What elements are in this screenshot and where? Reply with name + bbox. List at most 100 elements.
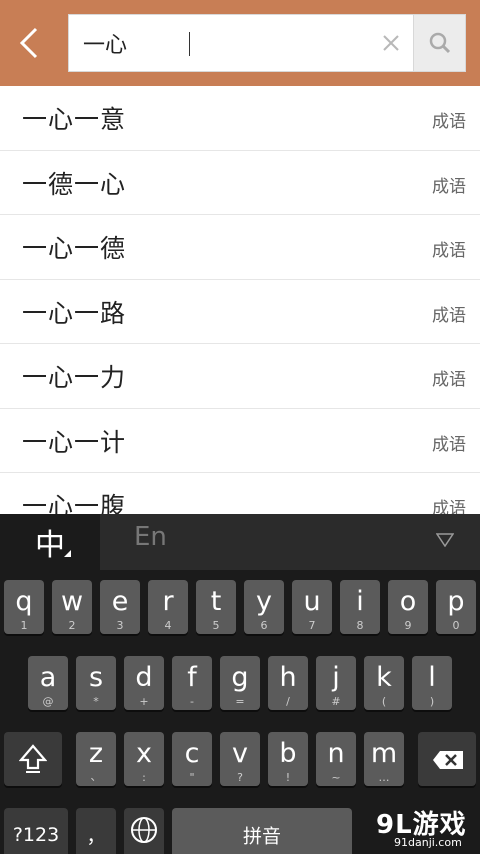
- key-e[interactable]: e3: [100, 580, 140, 634]
- key-w[interactable]: w2: [52, 580, 92, 634]
- key-label: a: [39, 662, 57, 693]
- list-item[interactable]: 一心一意 成语: [0, 86, 480, 151]
- list-item[interactable]: 一德一心 成语: [0, 151, 480, 215]
- key-label: z: [88, 738, 104, 769]
- key-r[interactable]: r4: [148, 580, 188, 634]
- list-item[interactable]: 一心一腹 成语: [0, 473, 480, 514]
- close-icon: [383, 35, 399, 51]
- result-type-tag: 成语: [432, 434, 466, 455]
- key-d[interactable]: d +: [124, 656, 164, 710]
- key-sub-label: ?: [237, 771, 243, 784]
- list-item[interactable]: 一心一路 成语: [0, 280, 480, 344]
- key-t[interactable]: t5: [196, 580, 236, 634]
- key-label: d: [135, 662, 153, 693]
- backspace-key[interactable]: [418, 732, 476, 786]
- key-sub-label: …: [378, 771, 390, 784]
- globe-icon: [131, 817, 157, 843]
- result-word: 一心一德: [22, 234, 127, 263]
- key-label: m: [370, 738, 398, 769]
- result-word: 一心一力: [22, 363, 127, 392]
- key-b[interactable]: b!: [268, 732, 308, 786]
- text-caret: [189, 32, 190, 56]
- key-sub-label: ): [429, 695, 435, 708]
- key-label: e: [111, 586, 129, 617]
- key-label: w: [60, 586, 84, 617]
- key-sub-label: -: [190, 695, 194, 708]
- english-mode-toggle[interactable]: En: [134, 522, 167, 552]
- list-item[interactable]: 一心一德 成语: [0, 215, 480, 280]
- app-screen: 一心一意成语一德一心成语一心一德成语一心一路成语一心一力成语一心一计成语一心一腹…: [0, 0, 480, 854]
- key-p[interactable]: p0: [436, 580, 476, 634]
- search-header: [0, 0, 480, 86]
- search-box: [68, 14, 466, 72]
- search-icon: [429, 32, 450, 54]
- list-item[interactable]: 一心一力 成语: [0, 344, 480, 409]
- key-label: r: [162, 586, 174, 617]
- key-sub-label: 7: [308, 619, 316, 632]
- search-button[interactable]: [413, 15, 465, 71]
- space-key[interactable]: 拼音: [172, 808, 352, 854]
- key-l[interactable]: l): [412, 656, 452, 710]
- key-x[interactable]: x:: [124, 732, 164, 786]
- search-input[interactable]: [69, 15, 369, 71]
- key-z[interactable]: z、: [76, 732, 116, 786]
- result-type-tag: 成语: [432, 241, 466, 261]
- key-j[interactable]: j #: [316, 656, 356, 710]
- backspace-icon: [433, 751, 463, 769]
- result-word: 一心一路: [22, 298, 127, 328]
- key-label: p: [447, 586, 465, 617]
- key-label: i: [356, 586, 364, 617]
- key-sub-label: =: [235, 695, 245, 708]
- corner-triangle-icon: [64, 550, 71, 557]
- key-m[interactable]: m…: [364, 732, 404, 786]
- key-label: l: [428, 662, 436, 693]
- symbols-key[interactable]: ?123: [4, 808, 68, 854]
- clear-button[interactable]: [369, 15, 413, 71]
- key-sub-label: 6: [260, 619, 268, 632]
- key-y[interactable]: y6: [244, 580, 284, 634]
- key-sub-label: @: [42, 695, 54, 708]
- key-h[interactable]: h /: [268, 656, 308, 710]
- key-n[interactable]: n ~: [316, 732, 356, 786]
- key-v[interactable]: v?: [220, 732, 260, 786]
- key-sub-label: 5: [212, 619, 220, 632]
- list-item[interactable]: 一心一计 成语: [0, 409, 480, 473]
- key-sub-label: (: [381, 695, 387, 708]
- key-label: 拼音: [242, 825, 281, 848]
- key-sub-label: 4: [164, 619, 172, 632]
- key-i[interactable]: i8: [340, 580, 380, 634]
- result-type-tag: 成语: [432, 305, 466, 326]
- key-f[interactable]: f-: [172, 656, 212, 710]
- key-label: s: [88, 662, 104, 693]
- key-sub-label: *: [93, 695, 99, 708]
- key-sub-label: 9: [404, 619, 412, 632]
- key-sub-label: +: [139, 695, 149, 708]
- keyboard-toolbar: 中 En: [0, 514, 480, 570]
- result-word: 一心一意: [22, 105, 127, 134]
- soft-keyboard: 中 En q 1 w 2 e 3 r 4 t 5 y 6 u 7 i 8 o 9 p 0 a @ s * d + f - g = h / j # k…: [0, 514, 480, 854]
- chinese-mode-label: 中: [35, 528, 65, 563]
- comma-key[interactable]: ，: [76, 808, 116, 854]
- chinese-mode-toggle[interactable]: 中: [0, 514, 100, 570]
- key-label: v: [232, 738, 248, 769]
- collapse-keyboard-button[interactable]: [435, 532, 455, 551]
- key-q[interactable]: q1: [4, 580, 44, 634]
- key-label: k: [376, 662, 392, 693]
- watermark-logo: 9L游戏 91danji.com: [376, 804, 480, 854]
- key-label: y: [256, 586, 272, 617]
- result-type-tag: 成语: [432, 499, 466, 514]
- key-k[interactable]: k(: [364, 656, 404, 710]
- key-label: h: [279, 662, 297, 693]
- key-u[interactable]: u7: [292, 580, 332, 634]
- key-s[interactable]: s *: [76, 656, 116, 710]
- key-a[interactable]: a @: [28, 656, 68, 710]
- key-sub-label: 、: [90, 770, 102, 783]
- back-button[interactable]: [0, 14, 58, 72]
- key-o[interactable]: o9: [388, 580, 428, 634]
- key-g[interactable]: g =: [220, 656, 260, 710]
- key-label: c: [184, 738, 200, 769]
- shift-key[interactable]: [4, 732, 62, 786]
- key-sub-label: ~: [331, 771, 341, 784]
- key-c[interactable]: c ": [172, 732, 212, 786]
- globe-key[interactable]: [124, 808, 164, 854]
